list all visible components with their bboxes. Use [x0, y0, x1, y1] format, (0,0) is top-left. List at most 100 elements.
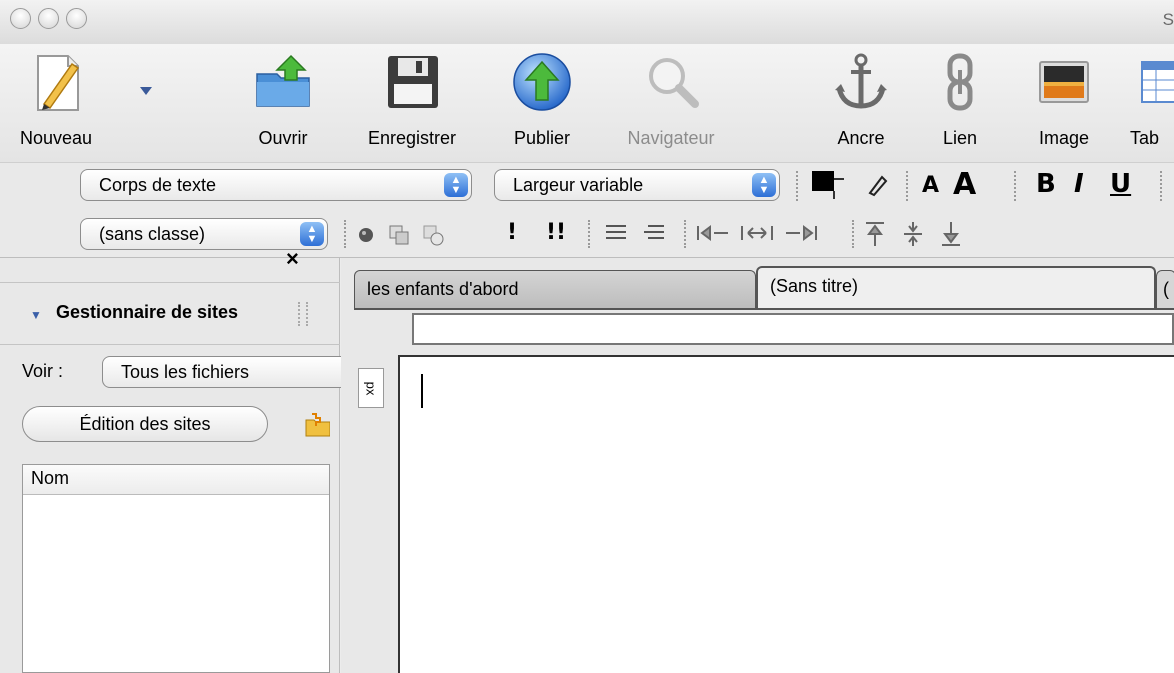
new-button[interactable]: Nouveau	[0, 50, 112, 160]
align-center-icon[interactable]	[740, 222, 774, 244]
zoom-window-button[interactable]	[66, 8, 87, 29]
list-buttons	[604, 222, 684, 246]
floppy-disk-icon	[380, 50, 444, 114]
tab-document-1[interactable]: les enfants d'abord	[354, 270, 756, 308]
publish-label: Publier	[513, 128, 571, 148]
close-window-button[interactable]	[10, 8, 31, 29]
site-file-list[interactable]: Nom	[22, 464, 330, 673]
publish-button[interactable]: Publier	[492, 50, 592, 160]
view-select-value: Tous les fichiers	[121, 361, 250, 382]
edit-sites-label: Édition des sites	[79, 413, 211, 434]
underline-button[interactable]: U	[1110, 169, 1131, 199]
popup-arrows-icon: ▲ ▼	[444, 173, 468, 197]
save-button[interactable]: Enregistrer	[350, 50, 474, 160]
table-label: Tab	[1130, 128, 1160, 148]
link-button[interactable]: Lien	[930, 50, 990, 160]
increase-font-size-button[interactable]: A	[953, 167, 976, 202]
important-button[interactable]: !	[507, 220, 517, 245]
ordered-list-icon[interactable]	[642, 222, 666, 244]
tab-document-3[interactable]: (	[1156, 270, 1174, 308]
new-folder-icon[interactable]	[302, 412, 330, 438]
separator	[1014, 171, 1016, 201]
browse-button: Navigateur	[612, 50, 730, 160]
align-right-icon[interactable]	[784, 222, 818, 244]
text-caret	[421, 374, 423, 408]
section-title: Gestionnaire de sites	[56, 302, 239, 322]
grip-handle-icon[interactable]	[298, 302, 308, 326]
view-select[interactable]: Tous les fichiers	[102, 356, 352, 388]
tab-bar-baseline	[354, 308, 1174, 310]
highlight-pen-icon[interactable]	[866, 173, 888, 197]
valign-bottom-icon[interactable]	[940, 220, 962, 248]
column-header-name[interactable]: Nom	[23, 465, 329, 495]
layers-plus-icon[interactable]	[422, 224, 444, 246]
vertical-align-buttons	[864, 220, 974, 250]
text-color-button[interactable]	[810, 169, 846, 201]
layers-icon[interactable]	[388, 224, 410, 246]
open-label: Ouvrir	[258, 128, 308, 148]
separator	[852, 220, 854, 248]
disclosure-triangle-icon[interactable]: ▼	[30, 308, 42, 322]
minimize-window-button[interactable]	[38, 8, 59, 29]
separator	[344, 220, 346, 248]
chain-link-icon	[928, 50, 992, 114]
font-family-select[interactable]: Largeur variable ▲ ▼	[494, 169, 780, 201]
ruler-unit-label: px	[363, 381, 379, 395]
separator	[1160, 171, 1162, 201]
view-label: Voir :	[22, 361, 64, 381]
bold-button[interactable]: B	[1036, 169, 1056, 199]
valign-top-icon[interactable]	[864, 220, 886, 248]
main-toolbar: Nouveau Ouvrir Enregistrer Publier Navig…	[0, 44, 1174, 162]
new-document-icon	[24, 50, 88, 114]
font-family-value: Largeur variable	[513, 174, 644, 195]
unordered-list-icon[interactable]	[604, 222, 628, 244]
new-dropdown-arrow-icon[interactable]	[139, 84, 153, 96]
valign-middle-icon[interactable]	[902, 220, 924, 248]
link-label: Lien	[942, 128, 978, 148]
format-toolbar-1: Corps de texte ▲ ▼ Largeur variable ▲ ▼ A …	[0, 162, 1174, 208]
open-button[interactable]: Ouvrir	[236, 50, 330, 160]
anchor-label: Ancre	[837, 128, 885, 148]
separator	[906, 171, 908, 201]
class-select-value: (sans classe)	[99, 223, 206, 244]
image-label: Image	[1038, 128, 1090, 148]
anchor-button[interactable]: Ancre	[824, 50, 898, 160]
table-icon	[1128, 50, 1174, 114]
divider	[0, 282, 340, 283]
format-toolbar-2: (sans classe) ▲ ▼ ! !!	[0, 208, 1174, 258]
close-icon: ×	[286, 246, 299, 271]
popup-arrows-icon: ▲ ▼	[300, 222, 324, 246]
separator	[684, 220, 686, 248]
italic-button[interactable]: I	[1074, 169, 1084, 199]
align-buttons	[696, 222, 836, 246]
image-button[interactable]: Image	[1026, 50, 1102, 160]
align-left-icon[interactable]	[696, 222, 730, 244]
title-bar: S	[0, 0, 1174, 44]
divider	[0, 344, 340, 345]
horizontal-ruler	[412, 313, 1174, 345]
object-sphere-icon[interactable]	[356, 225, 376, 245]
anchor-icon	[829, 50, 893, 114]
text-color-swatch-icon	[812, 171, 844, 199]
decrease-font-size-button[interactable]: A	[922, 173, 939, 198]
save-label: Enregistrer	[367, 128, 457, 148]
object-buttons	[356, 222, 456, 248]
popup-arrows-icon: ▲ ▼	[752, 173, 776, 197]
document-canvas[interactable]	[398, 355, 1174, 673]
new-label: Nouveau	[19, 128, 93, 148]
open-folder-icon	[251, 50, 315, 114]
paragraph-style-value: Corps de texte	[99, 174, 217, 195]
table-button[interactable]: Tab	[1128, 50, 1174, 160]
tab-label: (	[1163, 279, 1169, 299]
close-sidebar-button[interactable]: ×	[286, 246, 299, 272]
paragraph-style-select[interactable]: Corps de texte ▲ ▼	[80, 169, 472, 201]
tab-label: les enfants d'abord	[367, 279, 519, 299]
window-title: S	[1162, 10, 1174, 29]
ruler-unit-toggle[interactable]: px	[358, 368, 384, 408]
edit-sites-button[interactable]: Édition des sites	[22, 406, 268, 442]
browse-label: Navigateur	[627, 128, 715, 148]
publish-globe-icon	[510, 50, 574, 114]
very-important-button[interactable]: !!	[546, 220, 566, 245]
tab-document-2[interactable]: (Sans titre)	[756, 266, 1156, 310]
image-icon	[1032, 50, 1096, 114]
